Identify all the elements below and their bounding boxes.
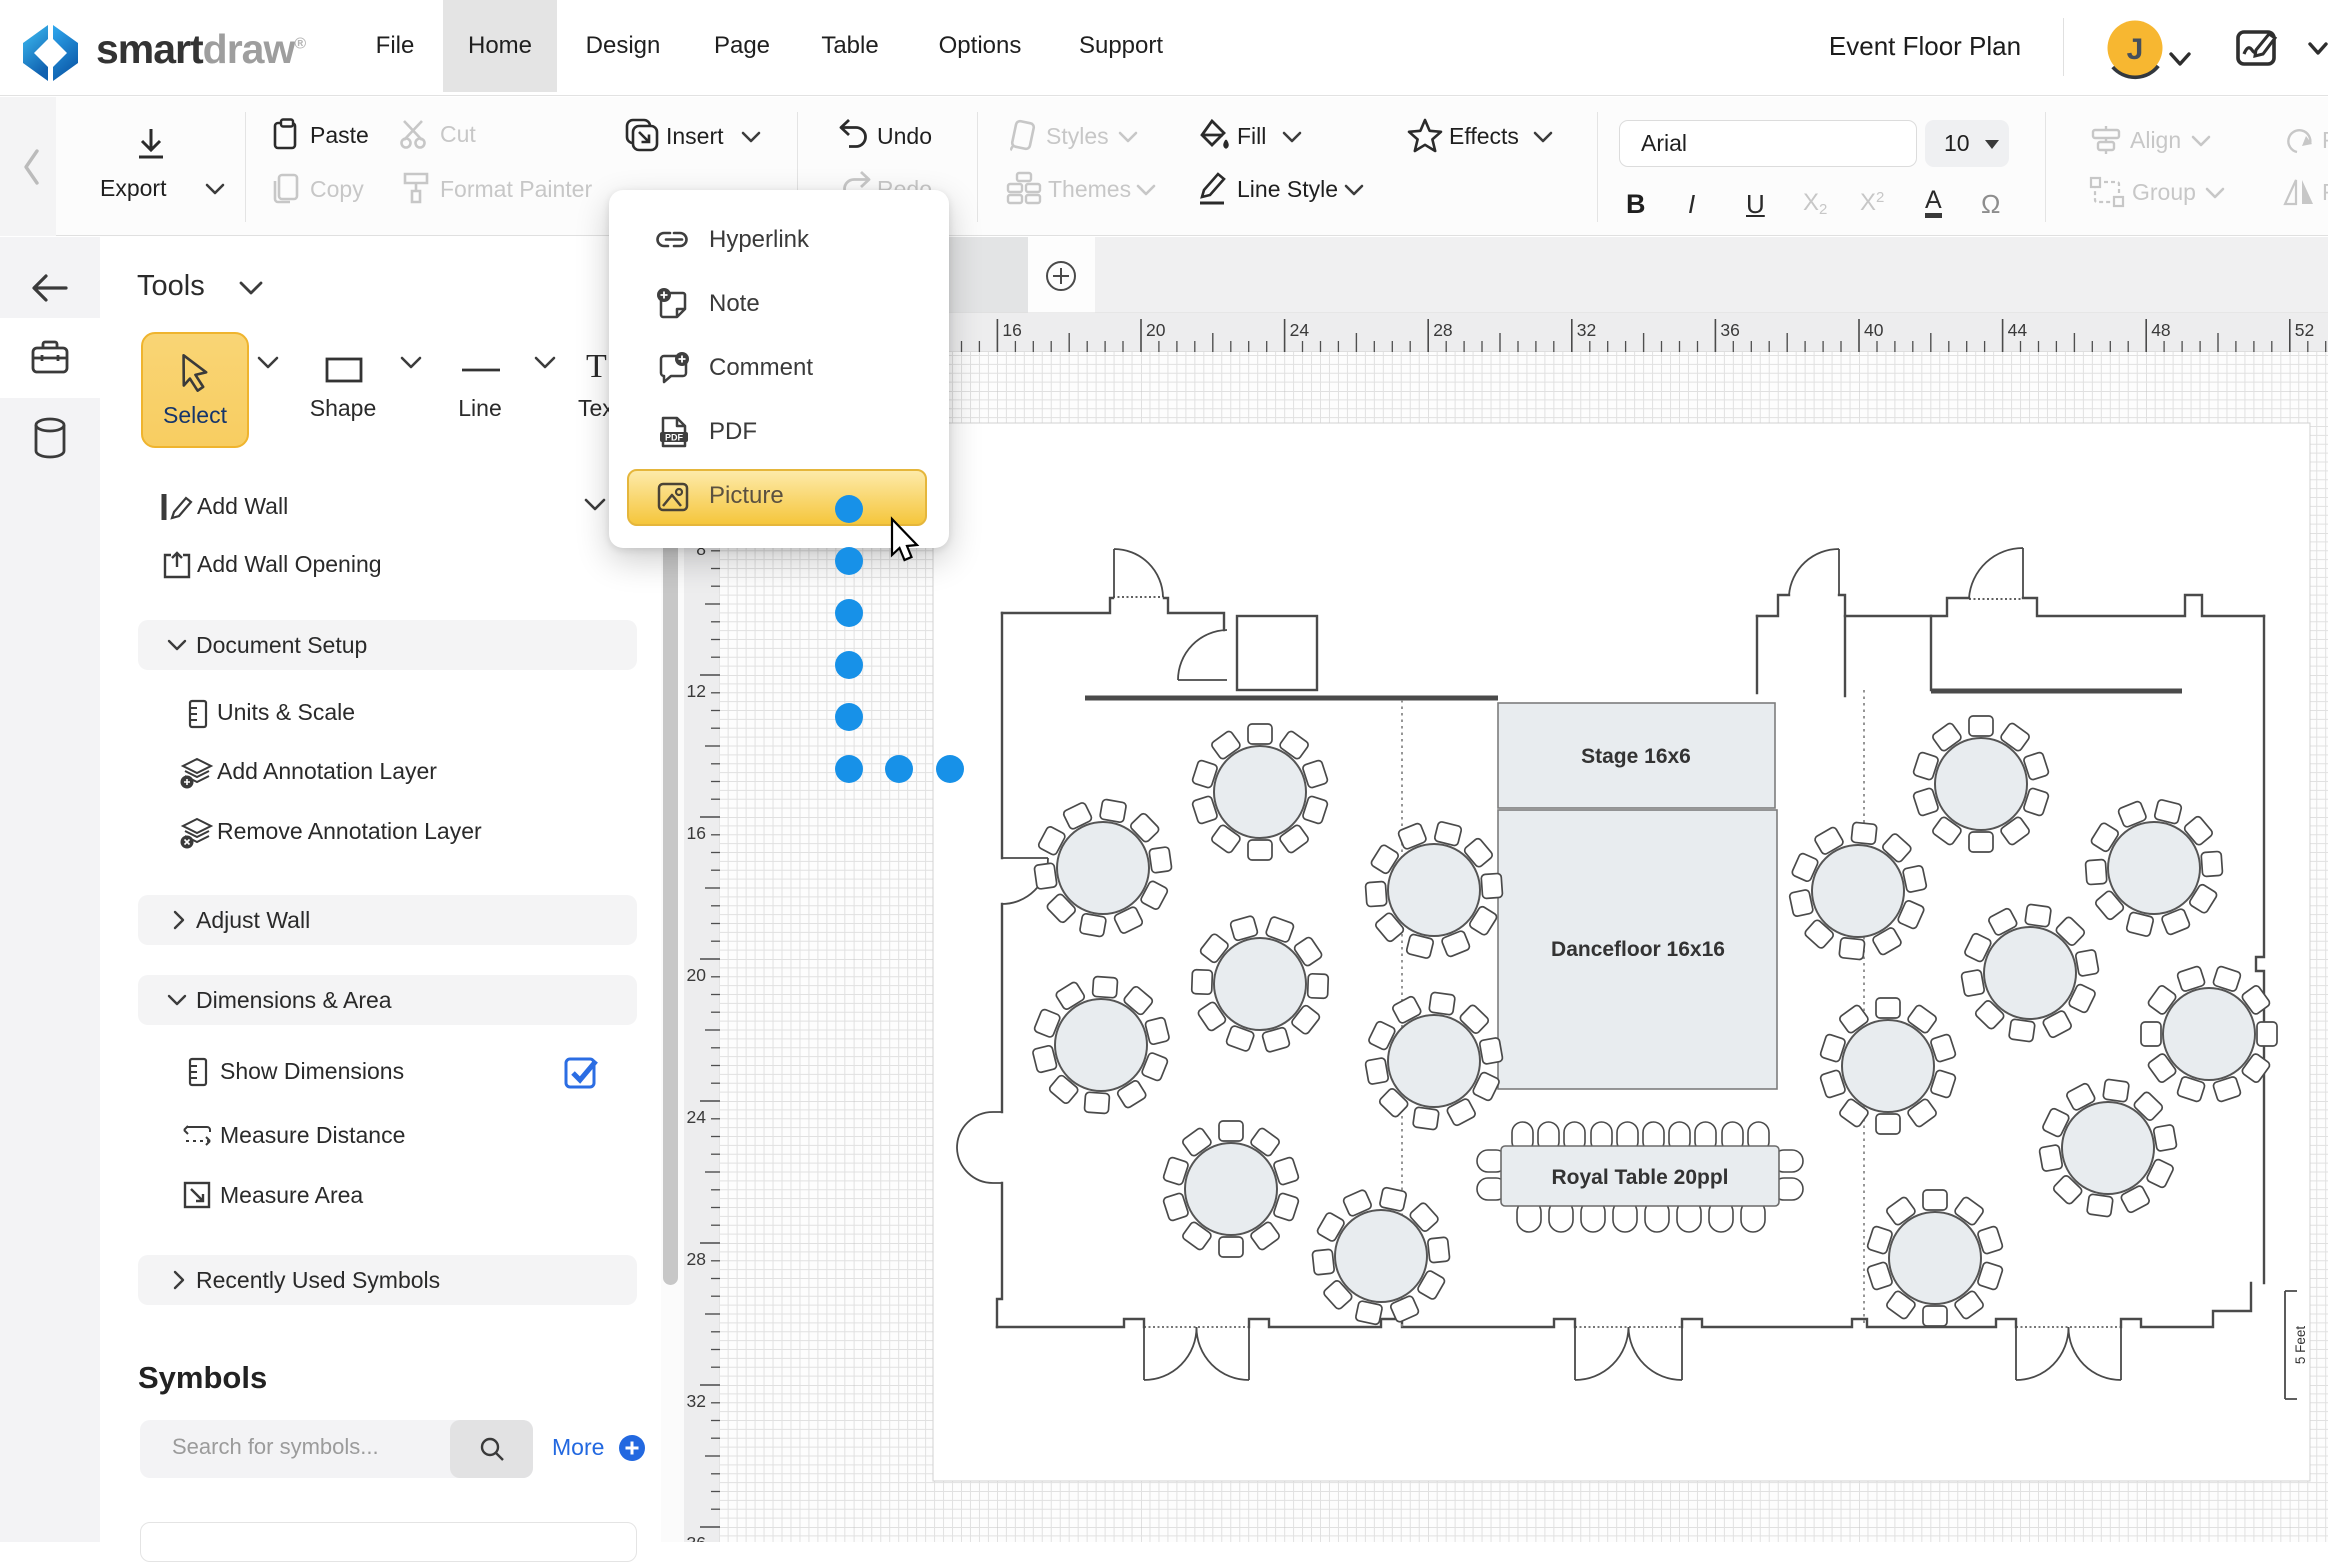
svg-text:12: 12 — [687, 681, 706, 701]
svg-text:40: 40 — [1864, 320, 1884, 340]
svg-text:32: 32 — [687, 1391, 706, 1411]
svg-text:48: 48 — [2151, 320, 2170, 340]
svg-text:36: 36 — [1720, 320, 1739, 340]
svg-text:Stage 16x6: Stage 16x6 — [1581, 745, 1691, 768]
svg-text:Dancefloor 16x16: Dancefloor 16x16 — [1551, 938, 1725, 961]
svg-text:16: 16 — [1002, 320, 1021, 340]
svg-text:5 Feet: 5 Feet — [2293, 1326, 2308, 1365]
svg-text:Royal Table 20ppl: Royal Table 20ppl — [1552, 1166, 1729, 1189]
svg-text:20: 20 — [687, 965, 707, 985]
svg-text:24: 24 — [1290, 320, 1310, 340]
svg-text:PDF: PDF — [665, 433, 684, 443]
svg-text:28: 28 — [687, 1249, 706, 1269]
svg-text:J: J — [2127, 33, 2144, 66]
svg-text:16: 16 — [687, 823, 706, 843]
svg-text:36: 36 — [687, 1533, 706, 1542]
svg-text:20: 20 — [1146, 320, 1166, 340]
svg-text:28: 28 — [1433, 320, 1452, 340]
svg-text:32: 32 — [1577, 320, 1596, 340]
svg-text:52: 52 — [2295, 320, 2314, 340]
svg-text:44: 44 — [2008, 320, 2028, 340]
svg-text:24: 24 — [687, 1107, 707, 1127]
